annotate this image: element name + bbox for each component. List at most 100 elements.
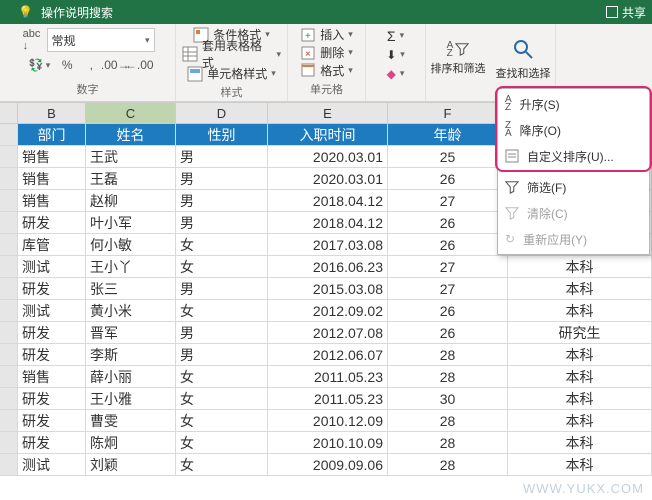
cell[interactable]: 本科	[508, 432, 652, 453]
cell[interactable]: 男	[176, 146, 268, 167]
cell[interactable]: 何小敏	[86, 234, 176, 255]
cell[interactable]: 薛小丽	[86, 366, 176, 387]
cell[interactable]: 27	[388, 256, 508, 277]
col-header[interactable]: E	[268, 102, 388, 123]
cell[interactable]: 男	[176, 344, 268, 365]
cell-styles-button[interactable]: 单元格样式▾	[187, 65, 276, 82]
select-all-corner[interactable]	[0, 102, 18, 123]
cell[interactable]: 赵柳	[86, 190, 176, 211]
percent-button[interactable]: %	[56, 54, 78, 76]
cell[interactable]: 销售	[18, 190, 86, 211]
increase-decimal-button[interactable]: .00→	[104, 54, 126, 76]
tell-me-search[interactable]: 操作说明搜索	[41, 4, 113, 21]
cell[interactable]: 2012.06.07	[268, 344, 388, 365]
cell[interactable]: 2020.03.01	[268, 168, 388, 189]
cell[interactable]: 本科	[508, 256, 652, 277]
cell[interactable]: 男	[176, 190, 268, 211]
header-cell[interactable]: 性别	[176, 124, 268, 145]
cell[interactable]: 女	[176, 366, 268, 387]
cell[interactable]: 2012.07.08	[268, 322, 388, 343]
find-select-button[interactable]: 查找和选择	[493, 26, 553, 92]
cell[interactable]: 2018.04.12	[268, 190, 388, 211]
menu-sort-desc[interactable]: ZA 降序(O)	[499, 117, 648, 143]
cell[interactable]: 女	[176, 234, 268, 255]
decrease-decimal-button[interactable]: ←.00	[128, 54, 150, 76]
cell[interactable]: 本科	[508, 300, 652, 321]
cell[interactable]: 研发	[18, 388, 86, 409]
menu-filter[interactable]: 筛选(F)	[499, 174, 648, 200]
cell[interactable]: 2020.03.01	[268, 146, 388, 167]
cell[interactable]: 测试	[18, 300, 86, 321]
cell[interactable]: 2015.03.08	[268, 278, 388, 299]
fill-button[interactable]: ⬇▾	[386, 45, 405, 64]
cell[interactable]: 28	[388, 344, 508, 365]
cell[interactable]: 26	[388, 212, 508, 233]
cell[interactable]: 研发	[18, 278, 86, 299]
cell[interactable]: 本科	[508, 278, 652, 299]
cell[interactable]: 本科	[508, 344, 652, 365]
share-button[interactable]: 共享	[622, 4, 646, 21]
col-header[interactable]: D	[176, 102, 268, 123]
cell[interactable]: 研发	[18, 432, 86, 453]
menu-custom-sort[interactable]: 自定义排序(U)...	[499, 143, 648, 169]
cell[interactable]: 2010.10.09	[268, 432, 388, 453]
cell[interactable]: 2010.12.09	[268, 410, 388, 431]
cell[interactable]: 王小雅	[86, 388, 176, 409]
cell[interactable]: 叶小军	[86, 212, 176, 233]
cell[interactable]: 研发	[18, 322, 86, 343]
autosum-button[interactable]: Σ▾	[387, 26, 404, 45]
cell[interactable]: 陈炯	[86, 432, 176, 453]
menu-sort-asc[interactable]: AZ 升序(S)	[499, 91, 648, 117]
cell[interactable]: 27	[388, 190, 508, 211]
format-button[interactable]: 格式▾	[300, 61, 353, 79]
insert-button[interactable]: + 插入▾	[300, 26, 353, 44]
cell[interactable]: 测试	[18, 256, 86, 277]
number-format-combo[interactable]: 常规 ▾	[47, 28, 155, 52]
col-header[interactable]: F	[388, 102, 508, 123]
cell[interactable]: 库管	[18, 234, 86, 255]
cell[interactable]: 25	[388, 146, 508, 167]
cell[interactable]: 女	[176, 410, 268, 431]
cell[interactable]: 销售	[18, 168, 86, 189]
cell[interactable]: 30	[388, 388, 508, 409]
cell[interactable]: 销售	[18, 366, 86, 387]
cell[interactable]: 研究生	[508, 322, 652, 343]
cell[interactable]: 2018.04.12	[268, 212, 388, 233]
cell[interactable]: 男	[176, 322, 268, 343]
clear-button[interactable]: ◆▾	[387, 64, 405, 83]
cell[interactable]: 2011.05.23	[268, 366, 388, 387]
cell[interactable]: 2017.03.08	[268, 234, 388, 255]
comma-button[interactable]: ,	[80, 54, 102, 76]
cell[interactable]: 28	[388, 432, 508, 453]
cell[interactable]: 测试	[18, 454, 86, 475]
col-header[interactable]: C	[86, 102, 176, 123]
cell[interactable]: 2009.09.06	[268, 454, 388, 475]
cell[interactable]: 2016.06.23	[268, 256, 388, 277]
header-cell[interactable]: 入职时间	[268, 124, 388, 145]
cell[interactable]: 26	[388, 168, 508, 189]
cell[interactable]: 26	[388, 234, 508, 255]
cell[interactable]: 曹雯	[86, 410, 176, 431]
cell[interactable]: 晋军	[86, 322, 176, 343]
cell[interactable]: 2012.09.02	[268, 300, 388, 321]
cell[interactable]: 26	[388, 322, 508, 343]
phonetic-button[interactable]: abc↓	[21, 29, 43, 51]
cell[interactable]: 本科	[508, 454, 652, 475]
cell[interactable]: 男	[176, 278, 268, 299]
cell[interactable]: 王磊	[86, 168, 176, 189]
cell[interactable]: 刘颖	[86, 454, 176, 475]
cell[interactable]: 研发	[18, 344, 86, 365]
cell[interactable]: 本科	[508, 410, 652, 431]
cell[interactable]: 男	[176, 212, 268, 233]
cell[interactable]: 本科	[508, 388, 652, 409]
cell[interactable]: 王武	[86, 146, 176, 167]
cell[interactable]: 女	[176, 432, 268, 453]
cell[interactable]: 2011.05.23	[268, 388, 388, 409]
delete-button[interactable]: × 删除▾	[300, 44, 353, 62]
cell[interactable]: 28	[388, 410, 508, 431]
header-cell[interactable]: 年龄	[388, 124, 508, 145]
cell[interactable]: 研发	[18, 410, 86, 431]
cell[interactable]: 张三	[86, 278, 176, 299]
cell[interactable]: 研发	[18, 212, 86, 233]
cell[interactable]: 本科	[508, 366, 652, 387]
